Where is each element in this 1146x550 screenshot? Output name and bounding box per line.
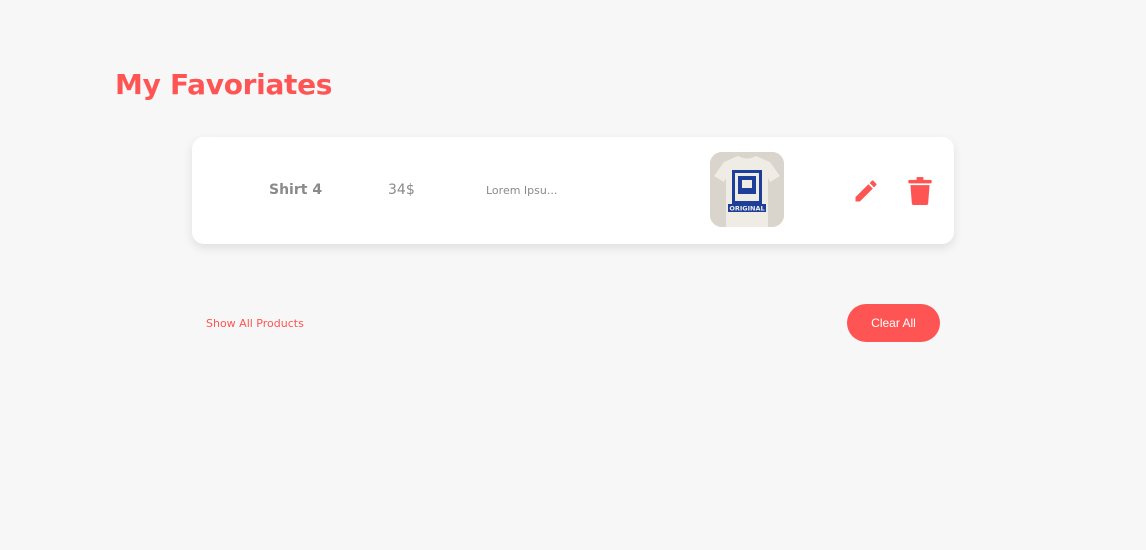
product-price: 34$ — [388, 182, 415, 198]
favorite-item-card: Shirt 4 34$ Lorem Ipsu... ORIGINAL — [192, 137, 954, 244]
product-description: Lorem Ipsu... — [486, 184, 558, 197]
pencil-icon — [855, 180, 877, 202]
trash-icon — [908, 177, 932, 205]
delete-button[interactable] — [908, 177, 932, 205]
shirt-print-text: ORIGINAL — [729, 205, 764, 213]
product-name: Shirt 4 — [269, 182, 323, 198]
page-title: My Favoriates — [115, 68, 333, 101]
edit-button[interactable] — [852, 177, 880, 205]
show-all-products-link[interactable]: Show All Products — [206, 317, 304, 330]
clear-all-button[interactable]: Clear All — [847, 304, 940, 342]
product-image: ORIGINAL — [710, 152, 784, 227]
favorites-page: My Favoriates Shirt 4 34$ Lorem Ipsu... … — [0, 0, 1146, 550]
shirt-image: ORIGINAL — [710, 152, 784, 227]
